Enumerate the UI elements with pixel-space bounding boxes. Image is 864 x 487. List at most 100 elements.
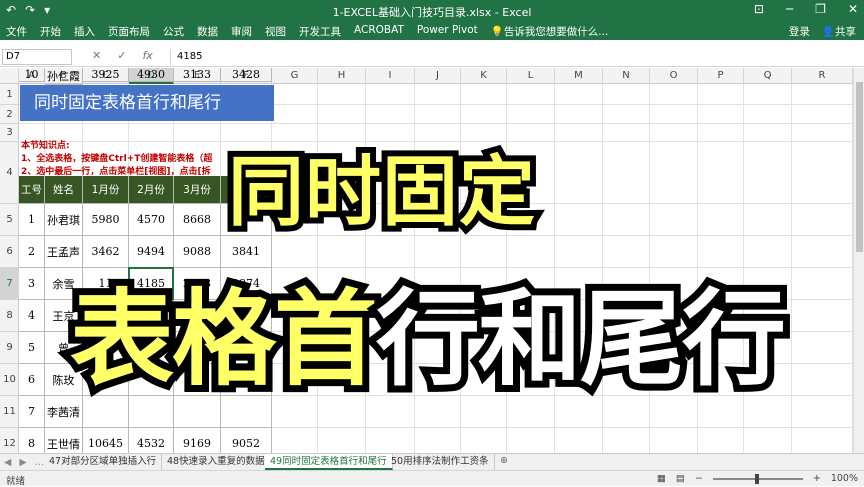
restore-button[interactable]: ❐ [815,2,826,16]
column-header[interactable]: N [603,68,650,84]
ribbon-tab[interactable]: 开始 [40,24,61,39]
ribbon-tabs: 文件 开始 插入 页面布局 公式 数据 审阅 视图 开发工具 ACROBAT Power Pivot… [6,24,608,39]
table-cell[interactable]: 2 [19,236,45,268]
table-header-cell[interactable]: 工号 [19,176,45,204]
row-header[interactable]: 1 [0,84,19,105]
table-cell[interactable]: 3925 [83,68,129,82]
sheet-tab[interactable]: 47对部分区域单独插入行 [44,454,163,470]
table-cell[interactable]: 4930 [129,68,174,82]
sheet-tab[interactable]: 48快速录入重复的数据 [162,454,271,470]
zoom-out-icon[interactable]: − [695,473,703,484]
table-cell[interactable]: 4 [19,300,45,332]
table-cell[interactable]: 4570 [129,204,174,236]
more-sheets-icon[interactable]: … [35,457,45,468]
column-header[interactable]: O [650,68,698,84]
next-sheet-icon[interactable]: ▶ [19,457,26,468]
minimize-button[interactable]: ─ [786,2,793,16]
ribbon-tab[interactable]: 文件 [6,24,27,39]
formula-input[interactable]: 4185 [170,49,860,65]
table-cell[interactable]: 10645 [83,428,129,453]
name-box[interactable]: D7 [2,49,72,65]
table-cell[interactable]: 9052 [221,428,272,453]
column-header[interactable]: R [792,68,853,84]
row-header[interactable]: 5 [0,204,19,236]
table-cell[interactable]: 5 [19,332,45,364]
close-button[interactable]: ✕ [848,2,858,16]
table-header-cell[interactable]: 2月份 [129,176,174,204]
login-button[interactable]: 登录 [789,24,810,39]
row-header[interactable]: 2 [0,105,19,124]
select-all-corner[interactable] [0,68,19,84]
table-cell[interactable]: 孙君琪 [45,204,83,236]
row-header[interactable]: 3 [0,124,19,142]
ribbon-tab[interactable]: Power Pivot [417,24,478,39]
table-cell[interactable]: 3 [19,268,45,300]
ribbon-tab[interactable]: 公式 [163,24,184,39]
column-header[interactable]: M [555,68,603,84]
grid-vline [791,84,792,453]
ribbon-tab[interactable]: ACROBAT [354,24,404,39]
row-header[interactable]: 11 [0,396,19,428]
table-cell[interactable]: 6 [19,364,45,396]
table-cell[interactable]: 王世倩 [45,428,83,453]
ribbon-tab[interactable]: 插入 [74,24,95,39]
ribbon-tab[interactable]: 开发工具 [299,24,341,39]
zoom-slider[interactable] [712,473,803,484]
row-header[interactable]: 4 [0,142,19,204]
row-header[interactable]: 9 [0,332,19,364]
sheet-tab[interactable]: 49同时固定表格首行和尾行 [265,454,393,470]
table-cell[interactable]: 5980 [83,204,129,236]
column-header[interactable]: H [318,68,366,84]
add-sheet-icon[interactable]: ⊕ [500,455,508,466]
row-header[interactable]: 6 [0,236,19,268]
row-header[interactable]: 8 [0,300,19,332]
normal-view-icon[interactable]: ▦ [657,473,666,484]
ribbon-tab[interactable]: 视图 [265,24,286,39]
table-cell[interactable]: 3428 [221,68,272,82]
column-header[interactable]: J [415,68,461,84]
table-cell[interactable]: 4532 [129,428,174,453]
table-cell[interactable]: 1 [19,204,45,236]
table-header-cell[interactable]: 姓名 [45,176,83,204]
ribbon-tab[interactable]: 数据 [197,24,218,39]
column-header[interactable]: K [461,68,507,84]
sheet-title-cell[interactable]: 同时固定表格首行和尾行 [20,85,274,121]
column-header[interactable]: L [507,68,555,84]
enter-icon[interactable]: ✓ [117,49,126,62]
table-header-cell[interactable]: 3月份 [174,176,221,204]
column-header[interactable]: P [698,68,744,84]
column-header[interactable]: G [272,68,318,84]
table-header-cell[interactable]: 1月份 [83,176,129,204]
column-header[interactable]: Q [744,68,792,84]
ribbon-right: 登录 👤共享 [789,24,856,39]
column-header[interactable]: I [366,68,415,84]
page-layout-icon[interactable]: ▤ [676,473,685,484]
table-cell[interactable]: 孙仁霞 [45,68,83,85]
insert-function-icon[interactable]: fx [142,49,152,62]
row-header[interactable]: 7 [0,268,19,300]
window-controls: ⊡ ─ ❐ ✕ [754,2,858,16]
vertical-scrollbar[interactable] [853,68,864,453]
tell-me-search[interactable]: 💡告诉我您想要做什么... [491,24,609,39]
row-header[interactable]: 10 [0,364,19,396]
table-cell[interactable]: 8668 [174,204,221,236]
share-button[interactable]: 👤共享 [822,24,856,39]
zoom-in-icon[interactable]: + [813,473,821,484]
ribbon-tab[interactable]: 审阅 [231,24,252,39]
cancel-icon[interactable]: ✕ [92,49,101,62]
table-cell[interactable]: 10 [19,68,45,82]
table-cell[interactable]: 3133 [174,68,221,82]
ribbon-tabs-bar: 文件 开始 插入 页面布局 公式 数据 审阅 视图 开发工具 ACROBAT Power Pivot… [0,22,864,40]
note-line: 本节知识点: [21,141,70,151]
sheet-tab[interactable]: 50用排序法制作工资条 [386,454,495,470]
prev-sheet-icon[interactable]: ◀ [4,457,11,468]
table-cell[interactable]: 8 [19,428,45,453]
table-cell[interactable]: 7 [19,396,45,428]
row-header[interactable]: 12 [0,428,19,453]
zoom-slider-handle[interactable] [754,473,759,484]
zoom-level[interactable]: 100% [831,473,858,484]
ribbon-display-options-icon[interactable]: ⊡ [754,2,764,16]
scrollbar-thumb[interactable] [856,82,863,252]
table-cell[interactable]: 9169 [174,428,221,453]
ribbon-tab[interactable]: 页面布局 [108,24,150,39]
